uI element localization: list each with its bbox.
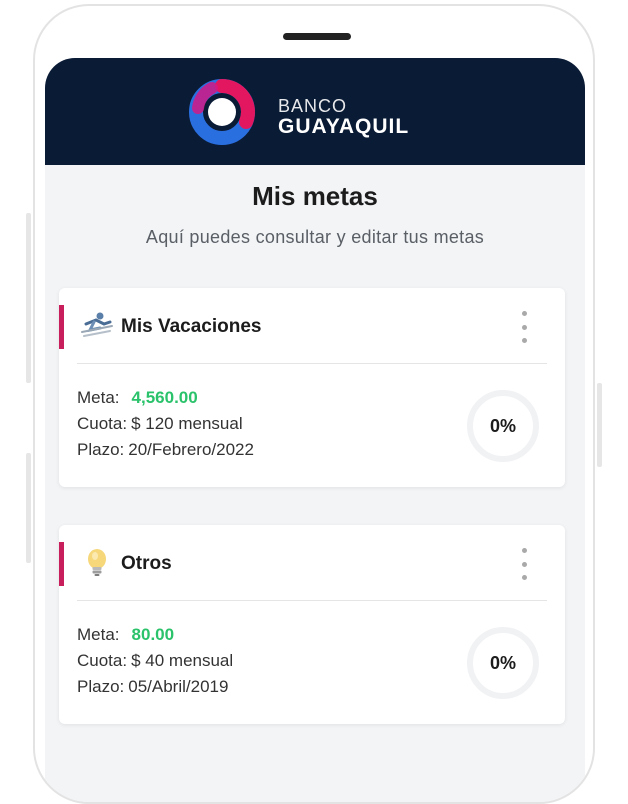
goal-card[interactable]: Otros Meta: 80.00 Cuota: $ 40 mensual Plaz…	[59, 525, 565, 724]
progress-percent: 0%	[489, 652, 516, 673]
goal-title: Mis Vacaciones	[121, 316, 262, 337]
cuota-label: Cuota:	[77, 651, 128, 670]
app-screen: BANCO GUAYAQUIL Mis metas Aquí puedes co…	[45, 58, 585, 802]
phone-volume-down-button	[26, 453, 31, 563]
meta-value: 80.00	[131, 625, 175, 644]
phone-power-button	[597, 383, 602, 467]
more-options-icon[interactable]	[517, 308, 531, 346]
plazo-value: 05/Abril/2019	[128, 677, 229, 696]
bank-logo-icon	[189, 79, 255, 145]
card-divider	[77, 600, 547, 601]
plazo-row: Plazo: 20/Febrero/2022	[77, 437, 254, 463]
bank-name-line1: BANCO	[278, 96, 348, 116]
app-header: BANCO GUAYAQUIL	[45, 58, 585, 165]
goal-details: Meta: 80.00 Cuota: $ 40 mensual Plazo: 05/A…	[77, 622, 233, 700]
page-title: Mis metas	[252, 181, 378, 211]
lightbulb-icon	[88, 549, 106, 576]
plazo-row: Plazo: 05/Abril/2019	[77, 674, 233, 700]
meta-value: 4,560.00	[131, 388, 198, 407]
cuota-value: $ 40 mensual	[131, 651, 234, 670]
cuota-value: $ 120 mensual	[131, 414, 243, 433]
more-options-icon[interactable]	[517, 545, 531, 583]
progress-ring: 0%	[465, 625, 541, 701]
card-divider	[77, 363, 547, 364]
progress-percent: 0%	[489, 415, 516, 436]
goal-card[interactable]: Mis Vacaciones Meta: 4,560.00 Cuota: $ 120…	[59, 288, 565, 487]
page-subtitle: Aquí puedes consultar y editar tus metas	[145, 227, 485, 247]
goal-accent-bar	[59, 305, 64, 349]
goal-title: Otros	[121, 553, 172, 574]
phone-frame: BANCO GUAYAQUIL Mis metas Aquí puedes co…	[33, 4, 595, 804]
bank-name: BANCO GUAYAQUIL	[278, 97, 409, 139]
bank-name-line2: GUAYAQUIL	[278, 115, 410, 138]
plazo-label: Plazo:	[77, 440, 125, 459]
goal-details: Meta: 4,560.00 Cuota: $ 120 mensual Plazo:…	[77, 385, 254, 463]
meta-row: Meta: 4,560.00	[77, 385, 254, 411]
phone-speaker	[283, 33, 351, 40]
meta-row: Meta: 80.00	[77, 622, 233, 648]
goal-accent-bar	[59, 542, 64, 586]
meta-label: Meta:	[77, 388, 120, 407]
plazo-label: Plazo:	[77, 677, 125, 696]
cuota-label: Cuota:	[77, 414, 128, 433]
plazo-value: 20/Febrero/2022	[128, 440, 254, 459]
phone-volume-up-button	[26, 213, 31, 383]
meta-label: Meta:	[77, 625, 120, 644]
cuota-row: Cuota: $ 120 mensual	[77, 411, 254, 437]
cuota-row: Cuota: $ 40 mensual	[77, 648, 233, 674]
progress-ring: 0%	[465, 388, 541, 464]
skier-icon	[81, 312, 113, 337]
